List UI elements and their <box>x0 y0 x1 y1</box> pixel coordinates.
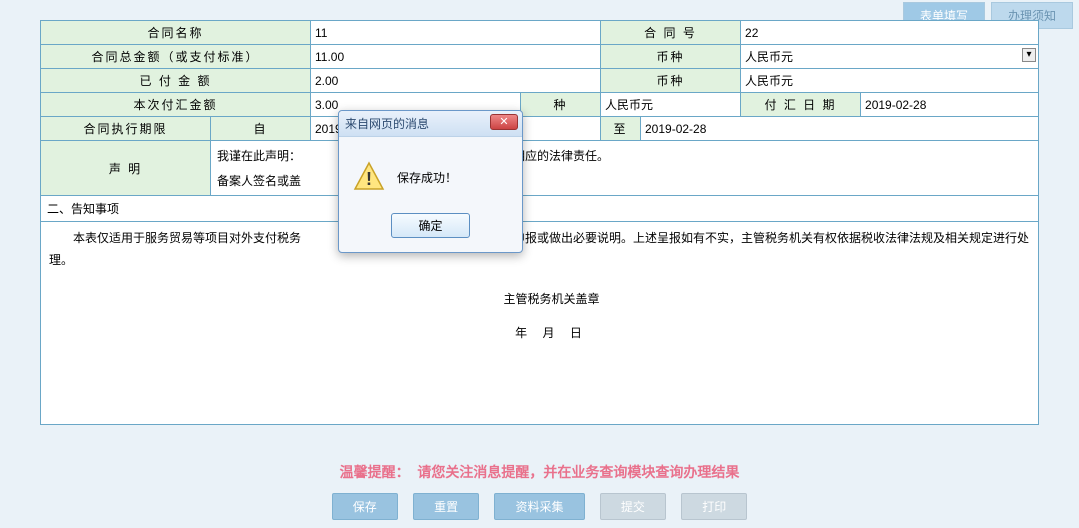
field-contract-name[interactable] <box>311 21 601 45</box>
message-dialog: 来自网页的消息 ✕ ! 保存成功！ 确定 <box>338 110 523 253</box>
field-pay-date[interactable] <box>861 93 1039 117</box>
dialog-title: 来自网页的消息 ✕ <box>339 111 522 137</box>
label-this-payment: 本次付汇金额 <box>41 93 311 117</box>
field-period-to[interactable] <box>641 117 1039 141</box>
field-contract-no[interactable] <box>741 21 1039 45</box>
label-contract-period: 合同执行期限 <box>41 117 211 141</box>
footer-buttons: 保存 重置 资料采集 提交 打印 <box>0 493 1079 520</box>
label-to: 至 <box>601 117 641 141</box>
warning-icon: ! <box>353 161 385 193</box>
label-contract-no: 合 同 号 <box>601 21 741 45</box>
label-contract-name: 合同名称 <box>41 21 311 45</box>
ok-button[interactable]: 确定 <box>391 213 469 238</box>
field-currency-3[interactable]: 人民币元 <box>601 93 741 117</box>
reset-button[interactable]: 重置 <box>413 493 479 520</box>
form-table: 合同名称 合 同 号 合同总金额（或支付标准） 币种 人民币元 ▾ 已 付 金 … <box>40 20 1039 196</box>
field-total-amount[interactable] <box>311 45 601 69</box>
dialog-message: 保存成功！ <box>397 169 457 186</box>
section2-body: 本表仅适用于服务贸易等项目对外支付税务务局进行纳税申报或做出必要说明。上述呈报如… <box>40 222 1039 425</box>
field-currency-1[interactable]: 人民币元 ▾ <box>741 45 1039 69</box>
print-button: 打印 <box>681 493 747 520</box>
save-button[interactable]: 保存 <box>332 493 398 520</box>
reminder-bar: 温馨提醒： 请您关注消息提醒，并在业务查询模块查询办理结果 <box>0 462 1079 482</box>
label-paid-amount: 已 付 金 额 <box>41 69 311 93</box>
stamp-date: 年 月 日 <box>49 323 1030 345</box>
chevron-down-icon[interactable]: ▾ <box>1022 48 1036 62</box>
stamp-label: 主管税务机关盖章 <box>49 289 1030 311</box>
submit-button: 提交 <box>600 493 666 520</box>
collect-button[interactable]: 资料采集 <box>494 493 584 520</box>
label-currency-2: 币种 <box>601 69 741 93</box>
label-currency-1: 币种 <box>601 45 741 69</box>
label-from: 自 <box>211 117 311 141</box>
label-currency-3: 种 <box>521 93 601 117</box>
label-pay-date: 付 汇 日 期 <box>741 93 861 117</box>
svg-text:!: ! <box>366 169 372 189</box>
field-paid-amount[interactable] <box>311 69 601 93</box>
label-total-amount: 合同总金额（或支付标准） <box>41 45 311 69</box>
close-icon[interactable]: ✕ <box>490 114 518 130</box>
field-declaration: 我谨在此声明：；愿承担相应的法律责任。 备案人签名或盖 <box>211 141 1039 196</box>
section2-title: 二、告知事项 <box>40 196 1039 222</box>
label-declaration: 声 明 <box>41 141 211 196</box>
form-panel: 合同名称 合 同 号 合同总金额（或支付标准） 币种 人民币元 ▾ 已 付 金 … <box>40 20 1039 425</box>
field-currency-2[interactable]: 人民币元 <box>741 69 1039 93</box>
